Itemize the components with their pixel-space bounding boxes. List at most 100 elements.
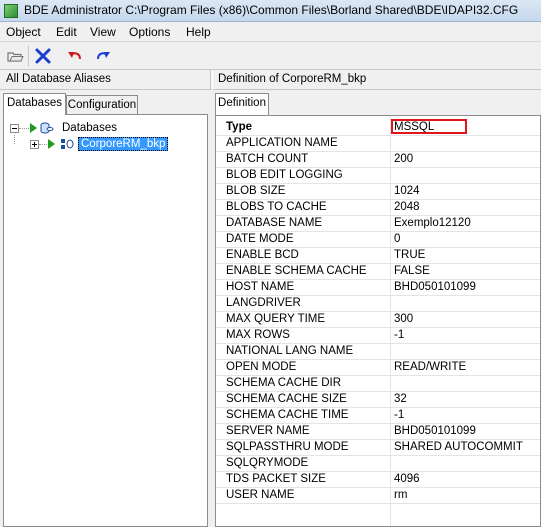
alias-icon (61, 139, 74, 149)
open-icon (7, 52, 24, 62)
table-row[interactable]: SQLQRYMODE (216, 456, 540, 472)
property-value[interactable]: 2048 (394, 201, 420, 213)
expand-icon[interactable] (30, 140, 39, 149)
property-name: LANGDRIVER (226, 297, 301, 309)
table-row[interactable]: OPEN MODE READ/WRITE (216, 360, 540, 376)
property-name: BLOBS TO CACHE (226, 201, 327, 213)
property-value[interactable]: 200 (394, 153, 413, 165)
property-value[interactable]: rm (394, 489, 407, 501)
collapse-icon[interactable] (10, 124, 19, 133)
left-pane-header: All Database Aliases (6, 73, 111, 85)
redo-icon (97, 52, 110, 60)
table-row[interactable]: SERVER NAME BHD050101099 (216, 424, 540, 440)
property-value[interactable]: TRUE (394, 249, 425, 261)
menu-bar: Object Edit View Options Help (0, 22, 541, 42)
property-name: MAX ROWS (226, 329, 290, 341)
delete-icon (35, 48, 51, 64)
window-title: BDE Administrator C:\Program Files (x86)… (24, 3, 519, 17)
undo-button[interactable] (64, 46, 86, 66)
toolbar-separator (28, 46, 29, 66)
property-value[interactable]: SHARED AUTOCOMMIT (394, 441, 523, 453)
property-name: BLOB SIZE (226, 185, 286, 197)
property-name: DATE MODE (226, 233, 294, 245)
menu-help[interactable]: Help (186, 25, 211, 39)
table-row[interactable]: APPLICATION NAME (216, 136, 540, 152)
highlight-box (391, 119, 467, 134)
property-name: HOST NAME (226, 281, 295, 293)
redo-button[interactable] (92, 46, 114, 66)
table-row[interactable]: MAX QUERY TIME 300 (216, 312, 540, 328)
table-row[interactable]: ENABLE BCD TRUE (216, 248, 540, 264)
tree-root-row[interactable]: Databases (4, 121, 204, 137)
databases-icon (40, 122, 54, 134)
tab-configuration[interactable]: Configuration (66, 95, 138, 115)
table-row[interactable]: SCHEMA CACHE SIZE 32 (216, 392, 540, 408)
property-value[interactable]: 4096 (394, 473, 420, 485)
property-name: ENABLE BCD (226, 249, 299, 261)
pane-splitter[interactable] (210, 70, 213, 90)
play-icon (48, 139, 55, 149)
table-row[interactable]: LANGDRIVER (216, 296, 540, 312)
table-row[interactable]: DATABASE NAME Exemplo12120 (216, 216, 540, 232)
property-value[interactable]: 300 (394, 313, 413, 325)
property-name: USER NAME (226, 489, 295, 501)
table-row[interactable]: SCHEMA CACHE DIR (216, 376, 540, 392)
table-row[interactable]: TDS PACKET SIZE 4096 (216, 472, 540, 488)
table-row[interactable]: ENABLE SCHEMA CACHE FALSE (216, 264, 540, 280)
table-row[interactable]: SCHEMA CACHE TIME -1 (216, 408, 540, 424)
play-icon (30, 123, 37, 133)
menu-object[interactable]: Object (6, 25, 41, 39)
table-row[interactable]: BATCH COUNT 200 (216, 152, 540, 168)
toolbar (0, 42, 541, 70)
property-name: OPEN MODE (226, 361, 297, 373)
open-button[interactable] (4, 46, 26, 66)
table-row[interactable]: HOST NAME BHD050101099 (216, 280, 540, 296)
tree-item-corporerm-bkp[interactable]: CorporeRM_bkp (4, 135, 204, 153)
table-row[interactable]: SQLPASSTHRU MODE SHARED AUTOCOMMIT (216, 440, 540, 456)
property-name: DATABASE NAME (226, 217, 323, 229)
table-row[interactable]: BLOB EDIT LOGGING (216, 168, 540, 184)
property-name: APPLICATION NAME (226, 137, 338, 149)
table-row[interactable]: Type MSSQL (216, 120, 540, 136)
table-row[interactable]: DATE MODE 0 (216, 232, 540, 248)
property-value[interactable]: BHD050101099 (394, 281, 476, 293)
title-bar: BDE Administrator C:\Program Files (x86)… (0, 0, 541, 22)
property-value[interactable]: FALSE (394, 265, 430, 277)
property-value[interactable]: 32 (394, 393, 407, 405)
property-name: SQLPASSTHRU MODE (226, 441, 349, 453)
property-name: BATCH COUNT (226, 153, 309, 165)
menu-view[interactable]: View (90, 25, 116, 39)
table-row[interactable]: NATIONAL LANG NAME (216, 344, 540, 360)
property-value[interactable]: 0 (394, 233, 400, 245)
property-value[interactable]: -1 (394, 409, 404, 421)
delete-button[interactable] (32, 46, 54, 66)
undo-icon (68, 52, 81, 60)
property-name: MAX QUERY TIME (226, 313, 326, 325)
table-row[interactable]: BLOBS TO CACHE 2048 (216, 200, 540, 216)
tree-item-label: CorporeRM_bkp (78, 137, 169, 151)
menu-edit[interactable]: Edit (56, 25, 77, 39)
table-row[interactable]: MAX ROWS -1 (216, 328, 540, 344)
property-name: BLOB EDIT LOGGING (226, 169, 343, 181)
property-name: SCHEMA CACHE SIZE (226, 393, 347, 405)
table-row[interactable]: BLOB SIZE 1024 (216, 184, 540, 200)
tab-databases[interactable]: Databases (3, 93, 66, 115)
property-value[interactable]: Exemplo12120 (394, 217, 471, 229)
property-value[interactable]: -1 (394, 329, 404, 341)
property-value[interactable]: 1024 (394, 185, 420, 197)
table-row[interactable]: USER NAME rm (216, 488, 540, 504)
tab-databases-label: Databases (7, 97, 62, 109)
property-name: NATIONAL LANG NAME (226, 345, 354, 357)
tab-definition[interactable]: Definition (215, 93, 269, 115)
tab-configuration-label: Configuration (67, 99, 137, 111)
property-name: TDS PACKET SIZE (226, 473, 326, 485)
property-value[interactable]: READ/WRITE (394, 361, 466, 373)
property-name: SERVER NAME (226, 425, 310, 437)
app-icon (4, 4, 18, 18)
tab-definition-label: Definition (218, 97, 266, 109)
property-name: SQLQRYMODE (226, 457, 309, 469)
property-name: ENABLE SCHEMA CACHE (226, 265, 367, 277)
menu-options[interactable]: Options (129, 25, 170, 39)
pane-headers: All Database Aliases Definition of Corpo… (0, 70, 541, 90)
property-value[interactable]: BHD050101099 (394, 425, 476, 437)
